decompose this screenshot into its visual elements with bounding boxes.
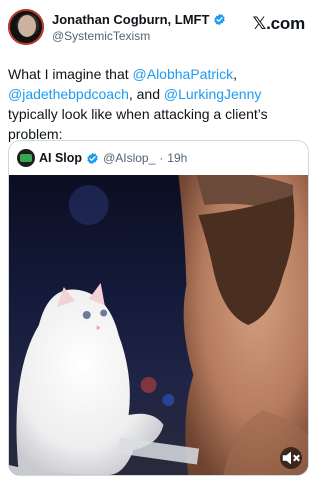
mute-icon — [282, 451, 300, 465]
mention-jadethebpdcoach[interactable]: @jadethebpdcoach — [8, 86, 129, 102]
tweet-text-end: typically look like when attacking a cli… — [8, 106, 268, 142]
tweet-separator-1: , — [233, 66, 237, 82]
tweet-separator-2: , and — [128, 86, 164, 102]
quoted-author-name[interactable]: AI Slop — [39, 151, 82, 165]
tweet-text-start: What I imagine that — [8, 66, 133, 82]
mention-alobhapatrick[interactable]: @AlobhaPatrick — [133, 66, 234, 82]
author-avatar[interactable] — [8, 9, 44, 45]
verified-badge-icon — [214, 13, 226, 26]
quoted-tweet-header: AI Slop @AIslop_ · 19h — [17, 149, 187, 167]
quoted-tweet[interactable]: AI Slop @AIslop_ · 19h — [8, 140, 309, 476]
quoted-time-separator: · — [159, 151, 164, 165]
mention-lurkingjenny[interactable]: @LurkingJenny — [164, 86, 262, 102]
quoted-author-avatar[interactable] — [17, 149, 35, 167]
tweet-header: Jonathan Cogburn, LMFT @SystemicTexism 𝕏… — [8, 8, 309, 48]
verified-badge-icon — [87, 152, 98, 164]
quoted-author-handle[interactable]: @AIslop_ — [103, 151, 155, 165]
author-name[interactable]: Jonathan Cogburn, LMFT — [52, 12, 209, 27]
tweet-text: What I imagine that @AlobhaPatrick, @jade… — [8, 64, 309, 144]
media-image — [9, 175, 308, 475]
quoted-tweet-media[interactable] — [9, 175, 308, 475]
quoted-timestamp[interactable]: 19h — [167, 151, 187, 165]
author-handle[interactable]: @SystemicTexism — [52, 29, 150, 43]
author-name-row: Jonathan Cogburn, LMFT — [52, 12, 226, 27]
mute-button[interactable] — [280, 447, 302, 469]
x-logo: 𝕏.com — [252, 14, 306, 33]
